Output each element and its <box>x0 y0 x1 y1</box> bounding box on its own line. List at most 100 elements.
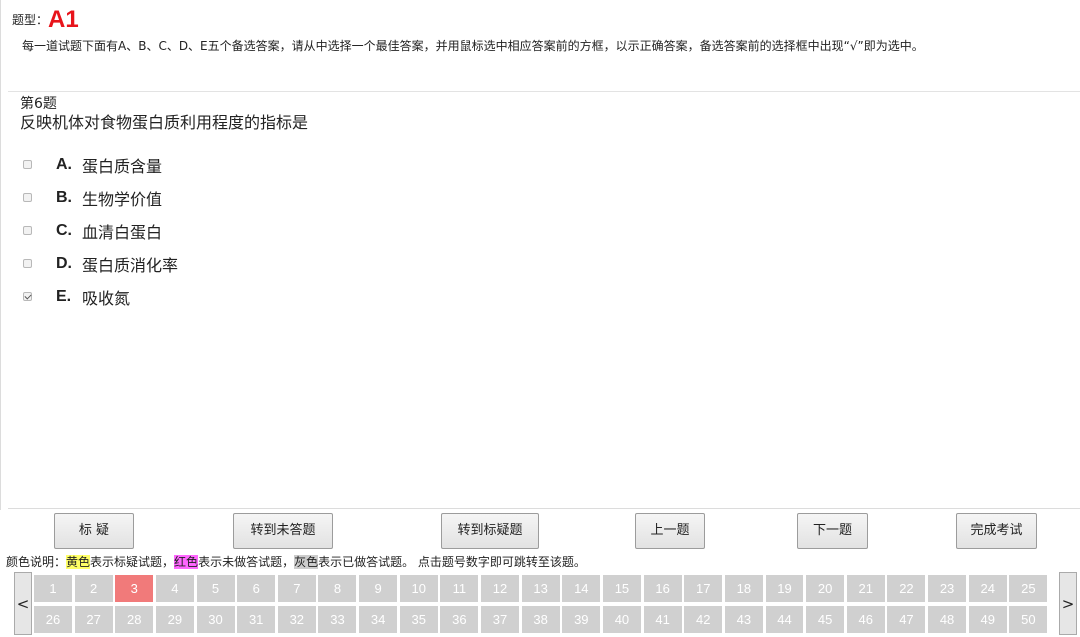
question-number-cell[interactable]: 19 <box>765 575 804 602</box>
option-e-text[interactable]: 吸收氮 <box>82 285 130 309</box>
question-number-cell[interactable]: 45 <box>806 606 845 633</box>
question-number-cell[interactable]: 30 <box>196 606 235 633</box>
navigator-row-2: 26 27 28 29 30 31 32 33 34 35 36 37 38 39 40 41 42 43 44 45… <box>34 606 1050 633</box>
answer-options: A. 蛋白质含量 B. 生物学价值 C. 血清白蛋白 D. 蛋白质消化率 E. … <box>20 148 178 313</box>
question-number-cell[interactable]: 6 <box>237 575 276 602</box>
question-number-cell[interactable]: 38 <box>521 606 560 633</box>
question-number-cell[interactable]: 12 <box>481 575 519 602</box>
mark-doubt-button[interactable]: 标 疑 <box>54 513 134 549</box>
option-b-letter: B. <box>56 188 72 206</box>
goto-marked-button[interactable]: 转到标疑题 <box>441 513 539 549</box>
prev-page-arrow[interactable]: < <box>14 572 32 635</box>
toolbar-divider <box>8 508 1080 509</box>
legend-gray-desc: 表示已做答试题。 点击题号数字即可跳转至该题。 <box>318 555 586 569</box>
legend-yellow-desc: 表示标疑试题， <box>90 555 175 569</box>
question-number-cell[interactable]: 41 <box>643 606 682 633</box>
question-number-cell[interactable]: 21 <box>846 575 885 602</box>
question-number-cell[interactable]: 36 <box>440 606 479 633</box>
question-number-cell[interactable]: 25 <box>1009 575 1048 602</box>
option-b-checkbox[interactable] <box>23 193 32 202</box>
question-number-cell[interactable]: 11 <box>440 575 479 602</box>
option-c[interactable]: C. 血清白蛋白 <box>20 214 178 247</box>
option-d-text[interactable]: 蛋白质消化率 <box>82 252 178 276</box>
question-number-cell[interactable]: 40 <box>602 606 641 633</box>
question-number-cell[interactable]: 50 <box>1009 606 1048 633</box>
next-question-button[interactable]: 下一题 <box>797 513 868 549</box>
option-c-letter: C. <box>56 221 72 239</box>
option-a-letter: A. <box>56 155 72 173</box>
question-number-cell[interactable]: 10 <box>399 575 438 602</box>
question-number-cell[interactable]: 1 <box>34 575 72 602</box>
question-number-cell[interactable]: 22 <box>887 575 926 602</box>
option-a-checkbox[interactable] <box>23 160 32 169</box>
question-number-cell[interactable]: 39 <box>562 606 601 633</box>
option-b[interactable]: B. 生物学价值 <box>20 181 178 214</box>
question-number-cell[interactable]: 35 <box>399 606 438 633</box>
question-number-cell[interactable]: 37 <box>481 606 519 633</box>
legend-prefix: 颜色说明： <box>6 555 67 569</box>
question-number-cell[interactable]: 5 <box>196 575 235 602</box>
prev-question-button[interactable]: 上一题 <box>635 513 705 549</box>
legend-gray: 灰色 <box>294 555 319 569</box>
question-number-cell[interactable]: 26 <box>34 606 72 633</box>
legend-yellow: 黄色 <box>66 555 91 569</box>
question-number-cell[interactable]: 16 <box>643 575 682 602</box>
option-b-text[interactable]: 生物学价值 <box>82 186 162 210</box>
header-divider <box>8 91 1080 92</box>
option-e-letter: E. <box>56 287 72 305</box>
question-number-cell[interactable]: 15 <box>602 575 641 602</box>
question-number-cell[interactable]: 2 <box>74 575 113 602</box>
question-number-cell[interactable]: 3 <box>115 575 154 602</box>
question-number-cell[interactable]: 24 <box>968 575 1007 602</box>
question-number-cell[interactable]: 18 <box>724 575 763 602</box>
question-number-cell[interactable]: 7 <box>277 575 316 602</box>
question-number-cell[interactable]: 9 <box>359 575 398 602</box>
question-number-cell[interactable]: 43 <box>724 606 763 633</box>
question-number-cell[interactable]: 42 <box>684 606 723 633</box>
navigator-row-1: 1 2 3 4 5 6 7 8 9 10 11 12 13 14 15 16 17 18 19 20 21 22 23 24 2… <box>34 575 1050 602</box>
type-label: 题型： <box>12 13 49 27</box>
question-number-cell[interactable]: 33 <box>318 606 357 633</box>
question-number-cell[interactable]: 46 <box>846 606 885 633</box>
question-number-cell[interactable]: 49 <box>968 606 1007 633</box>
question-number-cell[interactable]: 31 <box>237 606 276 633</box>
finish-exam-button[interactable]: 完成考试 <box>956 513 1037 549</box>
question-number-cell[interactable]: 8 <box>318 575 357 602</box>
question-number-cell[interactable]: 34 <box>359 606 398 633</box>
question-number: 第6题 <box>20 96 57 112</box>
option-e[interactable]: E. 吸收氮 <box>20 280 178 313</box>
option-a-text[interactable]: 蛋白质含量 <box>82 153 162 177</box>
option-d-checkbox[interactable] <box>23 259 32 268</box>
question-number-cell[interactable]: 13 <box>521 575 560 602</box>
type-value: A1 <box>48 6 79 33</box>
option-d[interactable]: D. 蛋白质消化率 <box>20 247 178 280</box>
option-c-text[interactable]: 血清白蛋白 <box>82 219 162 243</box>
question-number-cell[interactable]: 4 <box>155 575 194 602</box>
question-text: 反映机体对食物蛋白质利用程度的指标是 <box>20 113 309 132</box>
question-type-header: 题型：A1 每一道试题下面有A、B、C、D、E五个备选答案，请从中选择一个最佳答… <box>12 8 1070 54</box>
instructions-text: 每一道试题下面有A、B、C、D、E五个备选答案，请从中选择一个最佳答案，并用鼠标… <box>22 39 924 53</box>
question-number-cell[interactable]: 47 <box>887 606 926 633</box>
question-number-cell[interactable]: 14 <box>562 575 601 602</box>
type-line: 题型：A1 <box>12 8 1070 32</box>
question-number-cell[interactable]: 29 <box>155 606 194 633</box>
question-number-cell[interactable]: 17 <box>684 575 723 602</box>
question-number-cell[interactable]: 32 <box>277 606 316 633</box>
goto-unanswered-button[interactable]: 转到未答题 <box>233 513 333 549</box>
question-number-cell[interactable]: 44 <box>765 606 804 633</box>
option-e-checkbox[interactable] <box>23 292 32 301</box>
question-number-cell[interactable]: 20 <box>806 575 845 602</box>
legend-red: 红色 <box>174 555 199 569</box>
question-number-cell[interactable]: 27 <box>74 606 113 633</box>
option-d-letter: D. <box>56 254 72 272</box>
question-block: 第6题 反映机体对食物蛋白质利用程度的指标是 <box>20 96 1060 133</box>
question-number-cell[interactable]: 28 <box>115 606 154 633</box>
question-number-cell[interactable]: 48 <box>928 606 967 633</box>
left-border <box>0 0 1 510</box>
color-legend: 颜色说明：黄色表示标疑试题，红色表示未做答试题，灰色表示已做答试题。 点击题号数… <box>6 554 586 570</box>
next-page-arrow[interactable]: > <box>1059 572 1077 635</box>
option-c-checkbox[interactable] <box>23 226 32 235</box>
question-navigator: 1 2 3 4 5 6 7 8 9 10 11 12 13 14 15 16 17 18 19 20 21 22 23 24 2… <box>34 575 1050 637</box>
question-number-cell[interactable]: 23 <box>928 575 967 602</box>
option-a[interactable]: A. 蛋白质含量 <box>20 148 178 181</box>
